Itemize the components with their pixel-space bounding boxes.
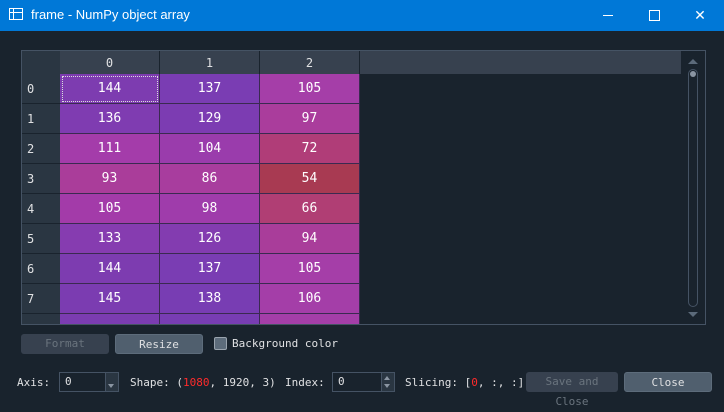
table-cell[interactable]: 105: [260, 254, 360, 284]
shape-rest: , 1920, 3): [209, 376, 276, 389]
slicing-highlight: 0: [471, 376, 478, 389]
slicing-text: Slicing: [0, :, :]: [405, 376, 524, 389]
close-window-button[interactable]: ✕: [677, 0, 723, 31]
table-icon: [9, 8, 23, 20]
shape-highlight: 1080: [183, 376, 210, 389]
table-cell[interactable]: 72: [260, 134, 360, 164]
scroll-down-arrow-icon[interactable]: [688, 312, 698, 317]
minimize-icon: [603, 15, 613, 16]
table-cell[interactable]: 144: [60, 74, 160, 104]
axis-value: 0: [65, 375, 72, 388]
chevron-down-icon: [108, 384, 114, 388]
table-cell[interactable]: 144: [60, 254, 160, 284]
chevron-up-icon[interactable]: [384, 376, 390, 380]
column-header[interactable]: 2: [260, 51, 360, 74]
row-header[interactable]: 3: [22, 164, 60, 194]
axis-dropdown-arrow[interactable]: [105, 373, 118, 391]
table-cell[interactable]: 137: [160, 74, 260, 104]
scrollbar-track[interactable]: [688, 69, 698, 307]
table-cell[interactable]: 54: [260, 164, 360, 194]
axis-combobox[interactable]: 0: [59, 372, 119, 392]
index-spin-arrows[interactable]: [381, 373, 394, 391]
table-cell[interactable]: 104: [160, 134, 260, 164]
table-cell[interactable]: 133: [60, 224, 160, 254]
axis-label: Axis:: [17, 376, 51, 389]
title-bar[interactable]: frame - NumPy object array ✕: [0, 0, 724, 31]
array-table[interactable]: 0 1 2 0 144 137 105 1 136 129 97 2 111 104 72 3 93 86 54 4 1…: [21, 50, 706, 325]
table-cell[interactable]: 137: [160, 254, 260, 284]
save-and-close-button[interactable]: Save and Close: [526, 372, 618, 408]
table-cell[interactable]: 145: [60, 284, 160, 314]
scrollbar-thumb[interactable]: [690, 71, 696, 77]
close-button[interactable]: Close: [624, 372, 712, 392]
maximize-button[interactable]: [631, 0, 677, 31]
table-cell[interactable]: 105: [260, 74, 360, 104]
index-label: Index:: [285, 376, 325, 389]
row-header[interactable]: 6: [22, 254, 60, 284]
row-header-partial[interactable]: [22, 314, 60, 324]
table-cell-partial[interactable]: [260, 314, 360, 324]
table-cell-partial[interactable]: [160, 314, 260, 324]
minimize-button[interactable]: [585, 0, 631, 31]
index-value: 0: [338, 375, 345, 388]
row-header[interactable]: 0: [22, 74, 60, 104]
shape-open: (: [176, 376, 183, 389]
scroll-up-arrow-icon[interactable]: [688, 59, 698, 64]
row-header[interactable]: 1: [22, 104, 60, 134]
shape-label: Shape:: [130, 376, 170, 389]
table-cell[interactable]: 97: [260, 104, 360, 134]
maximize-icon: [648, 10, 660, 21]
slicing-rest: , :, :]: [477, 376, 525, 389]
background-color-label: Background color: [232, 337, 338, 350]
table-cell[interactable]: 129: [160, 104, 260, 134]
format-button[interactable]: Format: [21, 334, 109, 354]
table-cell[interactable]: 138: [160, 284, 260, 314]
column-header[interactable]: 1: [160, 51, 260, 74]
vertical-scrollbar[interactable]: [686, 57, 700, 319]
table-cell[interactable]: 136: [60, 104, 160, 134]
window-title: frame - NumPy object array: [31, 7, 190, 22]
table-corner: [22, 51, 60, 74]
slicing-label: Slicing:: [405, 376, 458, 389]
row-header[interactable]: 4: [22, 194, 60, 224]
table-cell[interactable]: 105: [60, 194, 160, 224]
background-color-checkbox[interactable]: [214, 337, 227, 350]
table-cell[interactable]: 93: [60, 164, 160, 194]
row-header[interactable]: 5: [22, 224, 60, 254]
resize-button[interactable]: Resize: [115, 334, 203, 354]
column-header[interactable]: 0: [60, 51, 160, 74]
chevron-down-icon[interactable]: [384, 384, 390, 388]
numpy-array-editor-window: frame - NumPy object array ✕ 0 1 2 0 144 137 1…: [0, 0, 724, 408]
table-cell[interactable]: 94: [260, 224, 360, 254]
column-header-filler: [360, 51, 682, 74]
shape-text: Shape: (1080, 1920, 3): [130, 376, 276, 389]
close-icon: ✕: [694, 7, 706, 24]
row-header[interactable]: 2: [22, 134, 60, 164]
table-cell-partial[interactable]: [60, 314, 160, 324]
index-spinbox[interactable]: 0: [332, 372, 395, 392]
table-cell[interactable]: 86: [160, 164, 260, 194]
table-cell[interactable]: 111: [60, 134, 160, 164]
table-cell[interactable]: 66: [260, 194, 360, 224]
table-cell[interactable]: 106: [260, 284, 360, 314]
table-cell[interactable]: 98: [160, 194, 260, 224]
table-cell[interactable]: 126: [160, 224, 260, 254]
row-header[interactable]: 7: [22, 284, 60, 314]
